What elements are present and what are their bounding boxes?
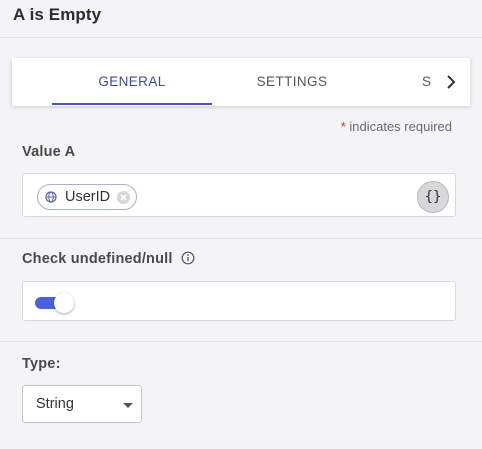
toggle-thumb xyxy=(54,293,74,313)
page-title: A is Empty xyxy=(13,5,102,24)
active-tab-indicator xyxy=(52,103,212,105)
tab-general[interactable]: GENERAL xyxy=(52,58,212,106)
expression-button[interactable]: {} xyxy=(417,181,449,213)
required-note: * indicates required xyxy=(341,119,452,134)
chip-label: UserID xyxy=(65,189,111,205)
type-select-value: String xyxy=(36,396,74,412)
header: A is Empty xyxy=(0,0,482,38)
value-a-label: Value A xyxy=(22,144,76,160)
check-undefined-label: Check undefined/null xyxy=(22,251,195,267)
type-select[interactable]: String xyxy=(22,385,142,423)
divider xyxy=(0,238,482,239)
check-undefined-field xyxy=(22,281,456,321)
userid-chip[interactable]: UserID xyxy=(37,184,138,210)
tab-settings[interactable]: SETTINGS xyxy=(212,58,372,106)
divider xyxy=(0,341,482,342)
required-note-text: indicates required xyxy=(349,119,452,134)
tab-scroll-right-button[interactable] xyxy=(440,71,462,93)
caret-down-icon xyxy=(123,403,133,408)
tab-bar: GENERAL SETTINGS S xyxy=(12,58,470,106)
chevron-right-icon xyxy=(447,75,456,89)
required-star: * xyxy=(340,119,346,134)
globe-icon xyxy=(44,190,58,204)
check-undefined-toggle[interactable] xyxy=(35,293,75,313)
info-icon[interactable] xyxy=(181,251,195,265)
value-a-field[interactable]: UserID {} xyxy=(22,173,456,217)
close-circle-icon[interactable] xyxy=(115,189,131,205)
check-undefined-label-text: Check undefined/null xyxy=(22,251,173,267)
type-label: Type: xyxy=(22,356,61,372)
tab-partial[interactable]: S xyxy=(412,58,442,106)
